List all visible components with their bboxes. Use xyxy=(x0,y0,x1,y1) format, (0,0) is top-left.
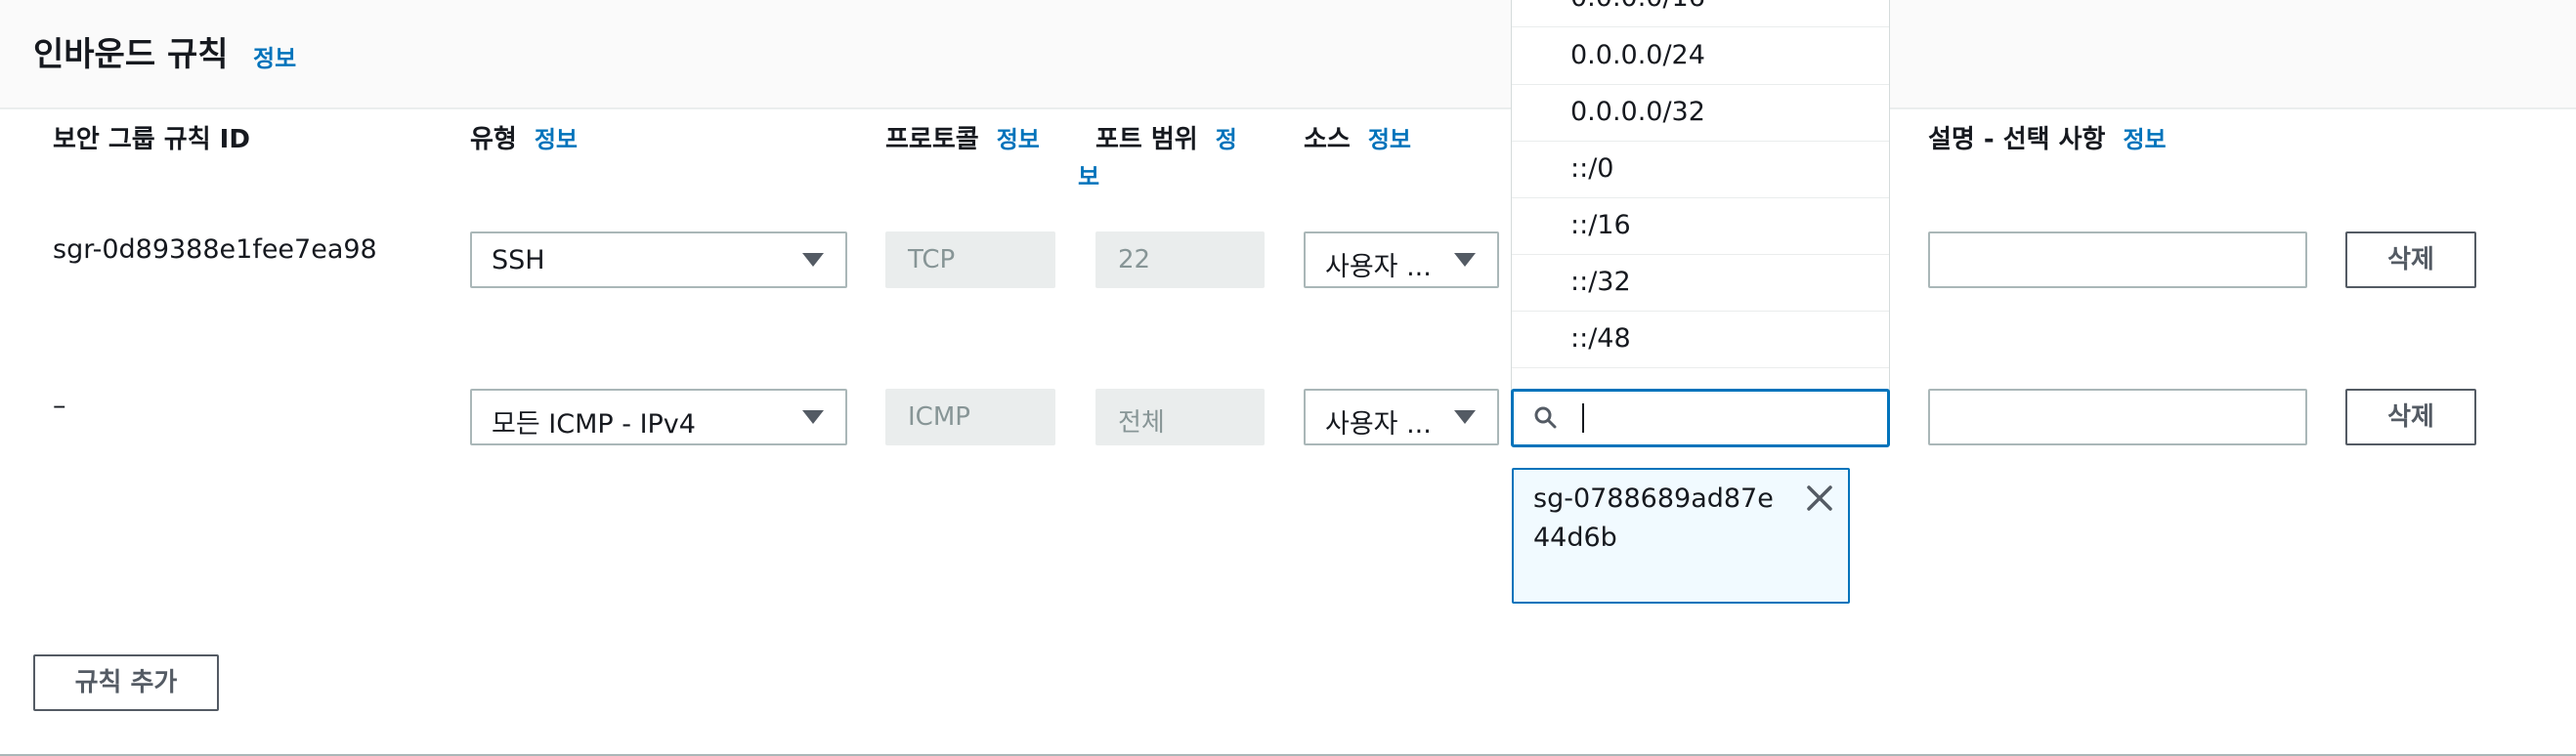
search-icon xyxy=(1534,406,1557,429)
col-head-rule-id: 보안 그룹 규칙 ID xyxy=(53,121,250,158)
type-info-link[interactable]: 정보 xyxy=(535,126,578,153)
port-range-info-part1: 정 xyxy=(1215,126,1237,153)
col-head-protocol: 프로토콜 정보 xyxy=(885,121,1040,158)
rule-id-1: sgr-0d89388e1fee7ea98 xyxy=(53,234,377,265)
col-head-protocol-label: 프로토콜 xyxy=(885,125,979,154)
col-head-port-range: 포트 범위 정보 xyxy=(1078,121,1252,195)
col-head-description-label: 설명 - 선택 사항 xyxy=(1928,125,2106,154)
cidr-option[interactable]: ::/0 xyxy=(1512,142,1889,198)
col-head-source-label: 소스 xyxy=(1304,125,1351,154)
type-select-2[interactable]: 모든 ICMP - IPv4 xyxy=(470,389,847,445)
cidr-option-label: 0.0.0.0/32 xyxy=(1570,97,1705,127)
cidr-option-label: 0.0.0.0/24 xyxy=(1570,40,1705,70)
protocol-field-1-value: TCP xyxy=(908,245,956,274)
cidr-option-label: ::/48 xyxy=(1570,323,1631,354)
delete-button-2[interactable]: 삭제 xyxy=(2345,389,2476,445)
col-head-source: 소스 정보 xyxy=(1304,121,1411,158)
cidr-option[interactable]: 0.0.0.0/32 xyxy=(1512,85,1889,142)
type-select-2-value: 모든 ICMP - IPv4 xyxy=(492,409,696,440)
inbound-rules-panel: 인바운드 규칙 정보 보안 그룹 규칙 ID 유형 정보 프로토콜 정보 포트 범위… xyxy=(0,0,2576,756)
col-head-rule-id-label: 보안 그룹 규칙 ID xyxy=(53,125,250,154)
description-input-1[interactable] xyxy=(1928,231,2307,288)
cidr-option[interactable]: ::/32 xyxy=(1512,255,1889,312)
port-field-1-value: 22 xyxy=(1118,245,1151,274)
protocol-field-2: ICMP xyxy=(885,389,1055,445)
source-search-input[interactable] xyxy=(1511,389,1890,447)
source-type-select-2-value: 사용자 ... xyxy=(1325,409,1432,440)
cidr-option[interactable]: 0.0.0.0/24 xyxy=(1512,28,1889,85)
port-field-2-value: 전체 xyxy=(1118,408,1165,438)
cidr-option-label: ::/0 xyxy=(1570,153,1614,184)
description-input-2[interactable] xyxy=(1928,389,2307,445)
panel-title: 인바운드 규칙 xyxy=(33,35,229,74)
cidr-option[interactable]: ::/16 xyxy=(1512,198,1889,255)
type-select-1[interactable]: SSH xyxy=(470,231,847,288)
close-icon[interactable] xyxy=(1803,482,1836,515)
cidr-dropdown-list: 0.0.0.0/16 0.0.0.0/24 0.0.0.0/32 ::/0 ::… xyxy=(1511,0,1890,393)
panel-header: 인바운드 규칙 정보 xyxy=(0,0,2576,109)
source-type-select-2[interactable]: 사용자 ... xyxy=(1304,389,1499,445)
source-token-value: sg-0788689ad87e44d6b xyxy=(1533,483,1774,553)
panel-info-link[interactable]: 정보 xyxy=(253,39,296,73)
caret-down-icon xyxy=(802,253,824,267)
source-type-select-1[interactable]: 사용자 ... xyxy=(1304,231,1499,288)
type-select-1-value: SSH xyxy=(492,245,545,275)
cidr-option-label: 0.0.0.0/16 xyxy=(1570,0,1705,13)
source-type-select-1-value: 사용자 ... xyxy=(1325,252,1432,282)
protocol-field-1: TCP xyxy=(885,231,1055,288)
caret-down-icon xyxy=(802,410,824,424)
col-head-type-label: 유형 xyxy=(470,125,517,154)
cidr-option-label: ::/16 xyxy=(1570,210,1631,240)
cidr-option[interactable]: 0.0.0.0/16 xyxy=(1512,0,1889,27)
delete-button-1[interactable]: 삭제 xyxy=(2345,231,2476,288)
caret-down-icon xyxy=(1454,410,1476,424)
port-range-info-part2: 보 xyxy=(1078,163,1100,190)
cidr-option-label: ::/32 xyxy=(1570,267,1631,297)
port-field-2: 전체 xyxy=(1095,389,1265,445)
text-cursor xyxy=(1582,403,1584,433)
port-field-1: 22 xyxy=(1095,231,1265,288)
caret-down-icon xyxy=(1454,253,1476,267)
add-rule-button[interactable]: 규칙 추가 xyxy=(33,654,219,711)
source-info-link[interactable]: 정보 xyxy=(1368,126,1411,153)
col-head-description: 설명 - 선택 사항 정보 xyxy=(1928,121,2167,158)
cidr-option[interactable]: ::/48 xyxy=(1512,312,1889,368)
description-info-link[interactable]: 정보 xyxy=(2123,126,2166,153)
col-head-port-range-label: 포트 범위 xyxy=(1095,125,1198,154)
rule-id-2: – xyxy=(53,391,66,421)
col-head-type: 유형 정보 xyxy=(470,121,578,158)
protocol-info-link[interactable]: 정보 xyxy=(997,126,1040,153)
source-token: sg-0788689ad87e44d6b xyxy=(1512,468,1850,604)
protocol-field-2-value: ICMP xyxy=(908,402,970,432)
